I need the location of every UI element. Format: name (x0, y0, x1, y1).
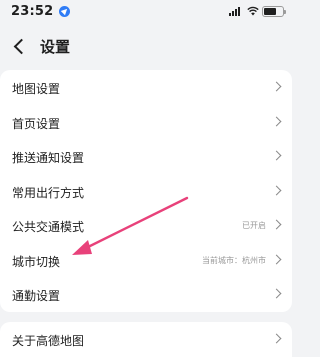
battery-icon (262, 6, 286, 17)
settings-page: 23:52 设置 地图设置 首页设置 推送通知设置 常用出行方式 公共交通模式 … (0, 0, 292, 357)
chevron-right-icon (273, 83, 281, 91)
settings-row-travel-mode[interactable]: 常用出行方式 (0, 174, 292, 209)
settings-row-push-notifications[interactable]: 推送通知设置 (0, 139, 292, 174)
location-arrow-icon (59, 6, 70, 17)
row-label: 常用出行方式 (12, 185, 85, 200)
wifi-icon (247, 6, 259, 16)
row-label: 首页设置 (12, 116, 61, 131)
chevron-right-icon (273, 335, 281, 343)
row-label: 城市切换 (12, 254, 61, 269)
row-status-value: 已开启 (242, 221, 266, 230)
chevron-right-icon (273, 221, 281, 229)
settings-row-public-transit[interactable]: 公共交通模式 已开启 (0, 208, 292, 243)
page-title: 设置 (40, 38, 71, 56)
chevron-right-icon (273, 152, 281, 160)
row-label: 地图设置 (12, 82, 61, 96)
status-time: 23:52 (11, 4, 54, 19)
row-label: 推送通知设置 (12, 151, 85, 165)
row-current-city-value: 当前城市：杭州市 (202, 255, 266, 265)
nav-header: 设置 (0, 30, 292, 64)
chevron-right-icon (273, 187, 281, 195)
row-label: 通勤设置 (12, 289, 61, 303)
row-label: 公共交通模式 (12, 220, 85, 234)
settings-list: 地图设置 首页设置 推送通知设置 常用出行方式 公共交通模式 已开启 城市切换 … (0, 70, 292, 312)
cellular-signal-icon (229, 7, 243, 16)
settings-row-about[interactable]: 关于高德地图 (0, 322, 292, 357)
row-label: 关于高德地图 (12, 334, 85, 348)
chevron-right-icon (273, 256, 281, 264)
back-button[interactable] (10, 34, 30, 58)
settings-row-home[interactable]: 首页设置 (0, 105, 292, 140)
settings-row-commute[interactable]: 通勤设置 (0, 277, 292, 312)
settings-row-city-switch[interactable]: 城市切换 当前城市：杭州市 (0, 243, 292, 278)
chevron-right-icon (273, 118, 281, 126)
chevron-right-icon (273, 290, 281, 298)
settings-row-map[interactable]: 地图设置 (0, 70, 292, 105)
about-card: 关于高德地图 (0, 322, 292, 357)
status-bar: 23:52 (0, 0, 292, 26)
